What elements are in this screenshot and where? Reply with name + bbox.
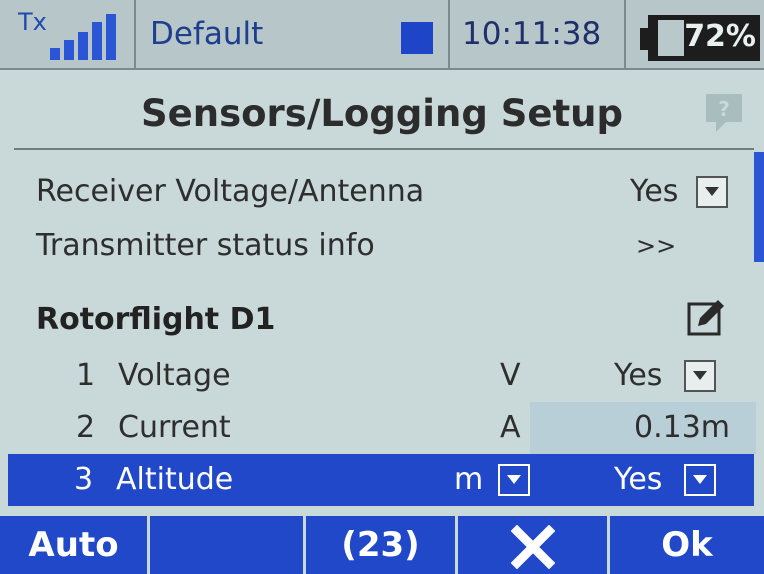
help-icon[interactable]: ? xyxy=(702,90,746,134)
ok-button[interactable]: Ok xyxy=(610,516,764,574)
auto-button[interactable]: Auto xyxy=(0,516,150,574)
sensor-log-value[interactable]: Yes xyxy=(614,462,662,497)
sensor-live-value: 0.13m xyxy=(634,410,731,445)
blank-softkey[interactable] xyxy=(150,516,306,574)
model-name: Default xyxy=(150,16,264,52)
sensor-group-header: Rotorflight D1 xyxy=(0,294,764,346)
sensor-group-label: Rotorflight D1 xyxy=(36,302,276,337)
sensor-row-current[interactable]: 2 Current A 0.13m xyxy=(0,402,764,454)
sensor-name: Voltage xyxy=(118,358,231,393)
page-title: Sensors/Logging Setup xyxy=(141,92,623,135)
sensor-row-voltage[interactable]: 1 Voltage V Yes xyxy=(0,350,764,402)
sensor-log-value[interactable]: Yes xyxy=(614,358,662,393)
transmitter-status-row[interactable]: Transmitter status info >> xyxy=(0,220,764,272)
transmitter-status-label: Transmitter status info xyxy=(36,228,375,263)
svg-text:?: ? xyxy=(718,97,730,121)
sensor-unit: V xyxy=(500,358,521,393)
tx-signal-indicator: Tx xyxy=(0,0,136,70)
receiver-voltage-row[interactable]: Receiver Voltage/Antenna Yes xyxy=(0,166,764,218)
battery-cap xyxy=(640,28,648,50)
sensor-name: Altitude xyxy=(116,462,234,497)
clock-cell: 10:11:38 xyxy=(450,0,626,70)
sensor-name: Current xyxy=(118,410,231,445)
battery-fill xyxy=(658,20,684,56)
receiver-voltage-value[interactable]: Yes xyxy=(630,174,678,209)
close-icon xyxy=(510,524,555,569)
status-bar: Tx Default 10:11:38 72% xyxy=(0,0,764,70)
sensor-log-dropdown-icon[interactable] xyxy=(684,464,716,496)
transmitter-status-arrow[interactable]: >> xyxy=(636,232,676,260)
clock-time: 10:11:38 xyxy=(462,16,602,52)
title-divider xyxy=(14,148,754,150)
model-name-cell[interactable]: Default xyxy=(136,0,450,70)
edit-icon[interactable] xyxy=(686,296,728,338)
sensor-log-dropdown-icon[interactable] xyxy=(684,360,716,392)
battery-indicator: 72% xyxy=(626,0,764,70)
sensor-number: 3 xyxy=(74,462,94,497)
softkey-bar: Auto (23) Ok xyxy=(0,516,764,574)
battery-percent: 72% xyxy=(684,19,756,54)
signal-bars-icon xyxy=(50,14,116,60)
receiver-voltage-label: Receiver Voltage/Antenna xyxy=(36,174,425,209)
sensor-row-altitude[interactable]: 3 Altitude m Yes xyxy=(8,454,754,506)
tx-label: Tx xyxy=(18,8,47,36)
battery-icon: 72% xyxy=(648,15,760,61)
sensor-number: 1 xyxy=(76,358,96,393)
sensor-unit[interactable]: m xyxy=(454,462,483,497)
receiver-voltage-dropdown-icon[interactable] xyxy=(696,176,728,208)
sensor-unit: A xyxy=(500,410,521,445)
delete-button[interactable] xyxy=(458,516,610,574)
sensor-number: 2 xyxy=(76,410,96,445)
model-color-square-icon xyxy=(401,22,433,54)
unit-dropdown-icon[interactable] xyxy=(498,464,530,496)
sensor-count-button[interactable]: (23) xyxy=(306,516,458,574)
